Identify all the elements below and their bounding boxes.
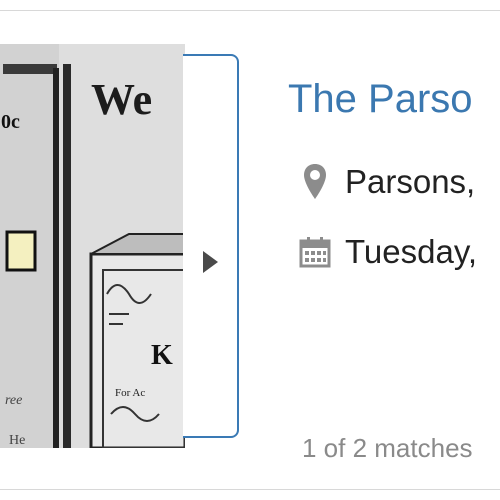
thumb-ree-text: ree [5, 393, 22, 408]
thumb-price-text: 0c [1, 111, 20, 133]
thumb-forac-text: For Ac [115, 387, 145, 399]
date-row: Tuesday, [297, 233, 477, 271]
date-text: Tuesday, [345, 233, 478, 270]
map-marker-icon [297, 163, 333, 201]
thumb-headline-text: We [91, 75, 152, 124]
newspaper-thumbnail[interactable]: 0c ree He We K For Ac [0, 44, 185, 448]
result-title-link[interactable]: The Parso [288, 77, 473, 122]
play-arrow-icon [203, 251, 218, 273]
calendar-icon [297, 236, 333, 268]
thumb-he-text: He [9, 433, 25, 448]
next-page-button[interactable] [183, 54, 239, 438]
match-count: 1 of 2 matches [302, 433, 473, 463]
location-text: Parsons, [345, 163, 476, 200]
thumb-k-text: K [151, 340, 173, 371]
search-result-card[interactable]: 0c ree He We K For Ac The Parso Parsons, [0, 10, 500, 490]
location-row: Parsons, [297, 163, 475, 201]
